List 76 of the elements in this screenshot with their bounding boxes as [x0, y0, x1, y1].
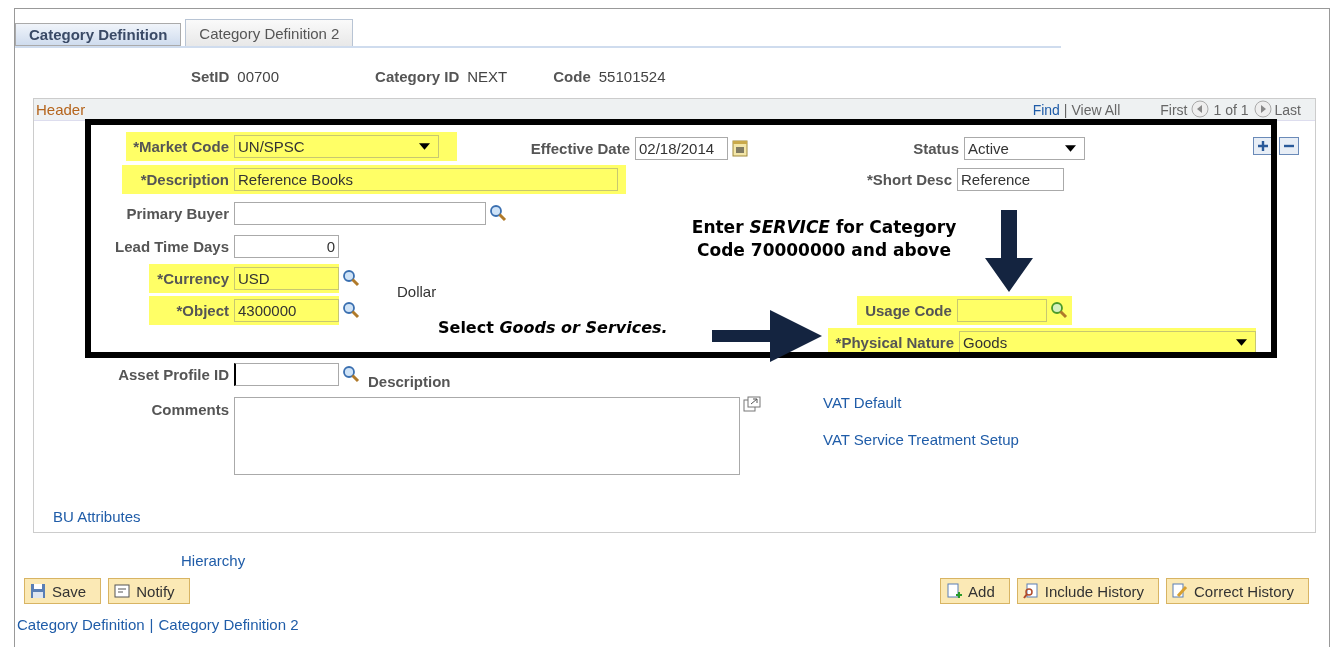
lead-time-field[interactable]: 0 [234, 234, 339, 258]
physical-nature-dropdown[interactable]: Goods [959, 330, 1256, 354]
search-icon[interactable] [342, 301, 360, 319]
key-label: SetID [191, 67, 230, 85]
separator: | [1063, 101, 1068, 118]
field-label: *Physical Nature [834, 333, 955, 351]
last-label: Last [1274, 101, 1301, 118]
usage-code-field[interactable] [956, 298, 1047, 322]
field-label: Primary Buyer [125, 204, 230, 222]
search-icon[interactable] [489, 204, 507, 222]
tab[interactable]: Category Definition [15, 23, 182, 46]
date-field[interactable]: 02/18/2014 [635, 136, 728, 160]
field-label: Lead Time Days [114, 237, 230, 255]
field-label: Effective Date [529, 139, 631, 157]
add-button[interactable]: Add [940, 578, 1010, 604]
field-label: Description [368, 372, 451, 390]
add-row-icon[interactable] [1253, 137, 1273, 155]
hierarchy-link[interactable]: Hierarchy [181, 552, 246, 569]
caret-icon [1065, 144, 1076, 152]
correct-history-button[interactable]: Correct History [1166, 578, 1309, 604]
key-label: Code [553, 67, 591, 85]
market-code-dropdown[interactable]: UN/SPSC [234, 134, 439, 158]
field-label: *Description [139, 171, 230, 188]
field-label: *Short Desc [865, 171, 953, 188]
search-icon[interactable] [342, 269, 360, 287]
field-label: Status [912, 139, 960, 157]
annotation-text: Code 70000000 and above [697, 239, 951, 262]
field-label: *Currency [156, 269, 230, 287]
key-value: NEXT [467, 67, 508, 85]
key-value: 55101524 [598, 67, 666, 85]
note-icon [114, 583, 131, 599]
next-icon[interactable] [1253, 99, 1272, 118]
currency-field[interactable]: USD [234, 266, 339, 290]
view-all-link[interactable]: View All [1071, 101, 1121, 118]
annotation-text: Select Goods or Services. [438, 318, 668, 337]
page-link[interactable]: Category Definition [17, 616, 145, 633]
delete-row-icon[interactable] [1279, 137, 1299, 155]
add-document-icon [946, 583, 963, 599]
save-button[interactable]: Save [24, 578, 102, 604]
field-label: Usage Code [864, 301, 953, 319]
calendar-icon[interactable] [732, 139, 748, 157]
document-search-icon [1022, 583, 1039, 599]
currency-description: Dollar [397, 282, 437, 300]
tab[interactable]: Category Definition 2 [185, 19, 354, 46]
caret-icon [1236, 338, 1247, 346]
status-dropdown[interactable]: Active [964, 136, 1085, 160]
expand-icon[interactable] [743, 396, 761, 412]
bu-attributes-link[interactable]: BU Attributes [53, 508, 141, 525]
buyer-field[interactable] [234, 201, 486, 225]
vat-link[interactable]: VAT Service Treatment Setup [823, 431, 1019, 448]
description-field[interactable]: Reference Books [234, 168, 618, 191]
field-label: *Market Code [132, 137, 230, 155]
separator: | [149, 616, 154, 633]
row-count: 1 of 1 [1213, 101, 1249, 118]
search-icon[interactable] [342, 365, 360, 383]
first-label: First [1160, 101, 1188, 118]
comments-field[interactable] [234, 397, 740, 475]
short-desc-field[interactable]: Reference [957, 168, 1064, 191]
include-history-button[interactable]: Include History [1016, 578, 1159, 604]
field-label: Comments [150, 401, 230, 418]
key-label: Category ID [375, 67, 460, 85]
notify-button[interactable]: Notify [108, 578, 190, 604]
previous-icon[interactable] [1190, 99, 1209, 118]
object-field[interactable]: 4300000 [234, 298, 339, 322]
page-link[interactable]: Category Definition 2 [158, 616, 299, 633]
annotation-text: Enter SERVICE for Category [691, 216, 957, 239]
search-icon[interactable] [1049, 301, 1068, 319]
asset-profile-field[interactable] [234, 362, 339, 386]
find-link[interactable]: Find [1032, 101, 1060, 118]
key-value: 00700 [237, 67, 280, 85]
field-label: Asset Profile ID [117, 365, 230, 383]
caret-icon [419, 142, 430, 150]
document-pencil-icon [1172, 583, 1188, 599]
panel-title: Header [36, 101, 86, 118]
field-label: *Object [175, 301, 230, 319]
vat-link[interactable]: VAT Default [823, 394, 1019, 411]
